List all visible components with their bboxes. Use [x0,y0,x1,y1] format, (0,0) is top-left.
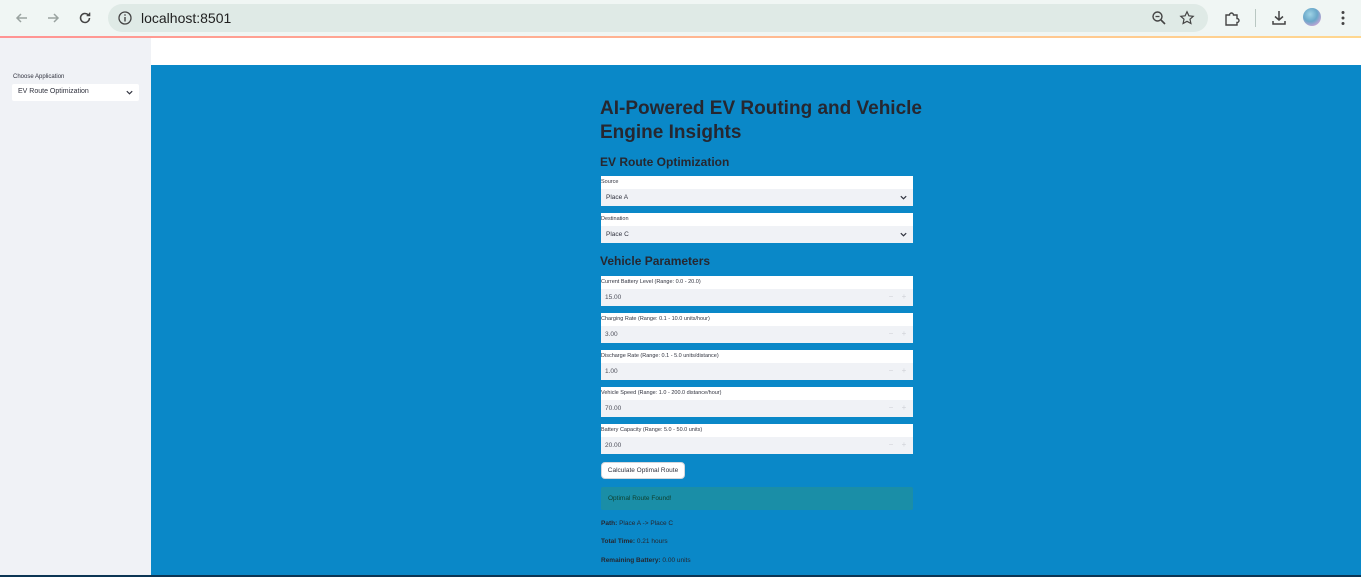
remaining-battery-label: Remaining Battery: [601,557,661,564]
decrement-button[interactable]: − [886,329,896,339]
battery-capacity-value[interactable]: 20.00 [605,442,621,449]
battery-level-input[interactable]: 15.00 − + [601,289,913,306]
source-label: Source [601,176,913,189]
menu-kebab-icon[interactable] [1334,9,1352,27]
main-content: AI-Powered EV Routing and Vehicle Engine… [151,65,1361,577]
route-section-heading: EV Route Optimization [600,155,730,169]
success-alert: Optimal Route Found! [601,487,913,510]
forward-arrow-icon[interactable] [43,8,63,28]
vehicle-speed-input[interactable]: 70.00 − + [601,400,913,417]
bookmark-star-icon[interactable] [1179,10,1195,26]
success-message: Optimal Route Found! [608,495,672,502]
destination-label: Destination [601,213,913,226]
discharge-rate-label: Discharge Rate (Range: 0.1 - 5.0 units/d… [601,350,913,363]
result-path: Path: Place A -> Place C [601,520,673,527]
discharge-rate-input[interactable]: 1.00 − + [601,363,913,380]
path-value: Place A -> Place C [619,520,674,527]
extensions-icon[interactable] [1223,9,1241,27]
increment-button[interactable]: + [899,366,909,376]
increment-button[interactable]: + [899,329,909,339]
decrement-button[interactable]: − [886,440,896,450]
toolbar-divider [1255,9,1256,27]
browser-toolbar: localhost:8501 [0,0,1361,36]
download-icon[interactable] [1270,9,1288,27]
main-header-area [151,38,1361,65]
decrement-button[interactable]: − [886,366,896,376]
total-time-value: 0.21 hours [636,538,668,545]
destination-select[interactable]: Place C [601,226,913,243]
address-bar[interactable]: localhost:8501 [108,4,1208,32]
chevron-down-icon [900,232,907,237]
path-label: Path: [601,520,618,527]
choose-application-label: Choose Application [13,74,65,80]
result-remaining-battery: Remaining Battery: 0.00 units [601,557,691,564]
increment-button[interactable]: + [899,292,909,302]
vehicle-params-heading: Vehicle Parameters [600,254,711,268]
battery-level-label: Current Battery Level (Range: 0.0 - 20.0… [601,276,913,289]
source-select[interactable]: Place A [601,189,913,206]
charging-rate-label: Charging Rate (Range: 0.1 - 10.0 units/h… [601,313,913,326]
chevron-down-icon [900,195,907,200]
charging-rate-input[interactable]: 3.00 − + [601,326,913,343]
back-arrow-icon[interactable] [12,8,32,28]
destination-select-value: Place C [606,231,629,238]
increment-button[interactable]: + [899,403,909,413]
battery-capacity-input[interactable]: 20.00 − + [601,437,913,454]
battery-level-value[interactable]: 15.00 [605,294,621,301]
url-text[interactable]: localhost:8501 [141,10,231,26]
reload-icon[interactable] [75,8,95,28]
decrement-button[interactable]: − [886,403,896,413]
zoom-icon[interactable] [1151,10,1167,26]
total-time-label: Total Time: [601,538,636,545]
vehicle-speed-label: Vehicle Speed (Range: 1.0 - 200.0 distan… [601,387,913,400]
source-select-value: Place A [606,194,629,201]
application-select-value: EV Route Optimization [18,88,89,95]
site-info-icon[interactable] [117,10,133,26]
sidebar: Choose Application EV Route Optimization [0,38,151,577]
remaining-battery-value: 0.00 units [662,557,691,564]
increment-button[interactable]: + [899,440,909,450]
profile-avatar[interactable] [1303,8,1321,26]
discharge-rate-value[interactable]: 1.00 [605,368,618,375]
chevron-down-icon [126,90,133,95]
calculate-route-button[interactable]: Calculate Optimal Route [601,462,685,479]
result-total-time: Total Time: 0.21 hours [601,538,668,545]
application-select[interactable]: EV Route Optimization [12,84,139,101]
page-title: AI-Powered EV Routing and Vehicle Engine… [600,98,922,143]
decrement-button[interactable]: − [886,292,896,302]
charging-rate-value[interactable]: 3.00 [605,331,618,338]
vehicle-speed-value[interactable]: 70.00 [605,405,621,412]
battery-capacity-label: Battery Capacity (Range: 5.0 - 50.0 unit… [601,424,913,437]
